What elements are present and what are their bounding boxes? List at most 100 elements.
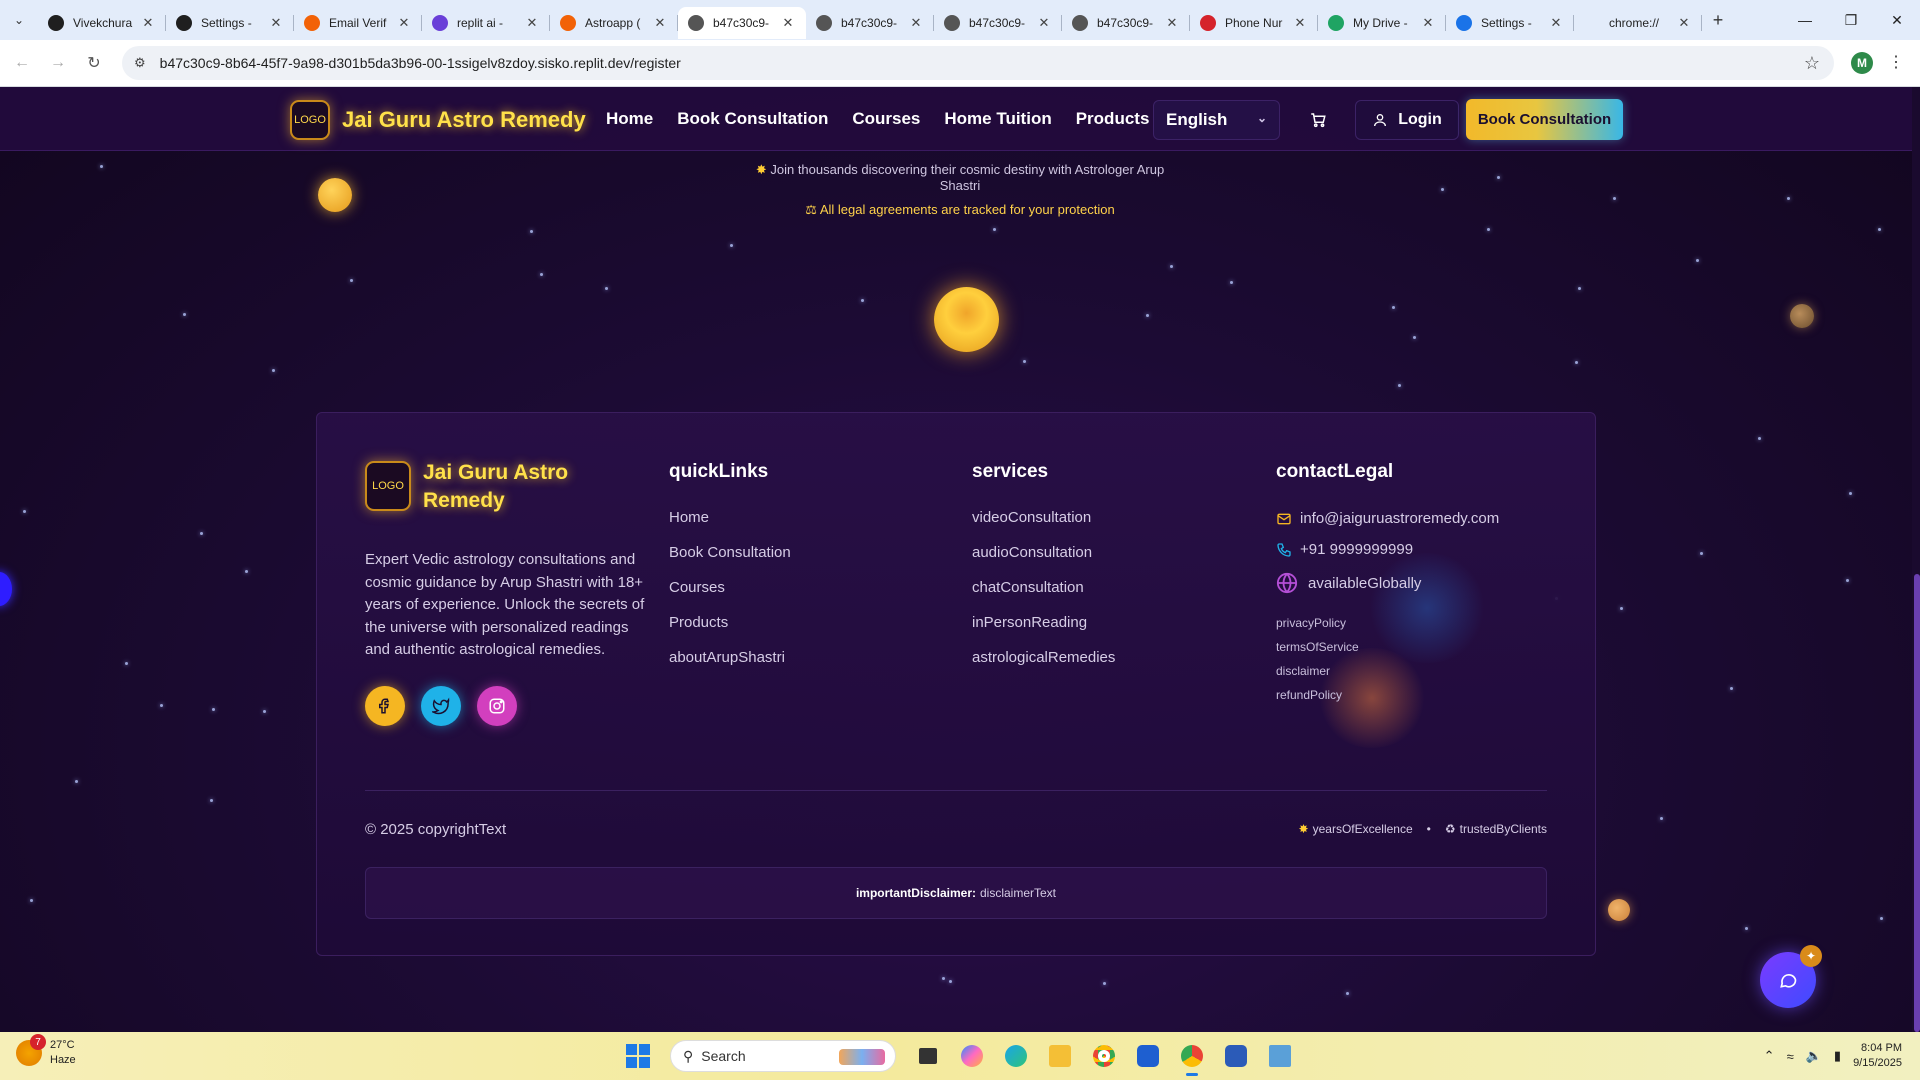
page-viewport: ✸ Join thousands discovering their cosmi… xyxy=(0,87,1920,1032)
tab-close-icon[interactable]: ✕ xyxy=(1036,15,1052,31)
reload-button[interactable]: ↻ xyxy=(76,53,112,73)
store-icon[interactable] xyxy=(1130,1040,1166,1072)
browser-tab[interactable]: Settings - ✕ xyxy=(166,7,294,39)
new-tab-button[interactable]: + xyxy=(1702,10,1734,31)
browser-menu-icon[interactable]: ⋮ xyxy=(1888,52,1904,72)
tab-close-icon[interactable]: ✕ xyxy=(780,15,796,31)
language-select[interactable]: English ⌄ xyxy=(1153,100,1280,140)
tab-close-icon[interactable]: ✕ xyxy=(524,15,540,31)
quicklink-item[interactable]: Home xyxy=(669,509,791,526)
legal-link[interactable]: refundPolicy xyxy=(1276,688,1499,702)
login-button[interactable]: Login xyxy=(1355,100,1459,140)
address-bar[interactable]: ⚙ b47c30c9-8b64-45f7-9a98-d301b5da3b96-0… xyxy=(122,46,1834,80)
nav-link[interactable]: Book Consultation xyxy=(677,109,828,129)
browser-tab[interactable]: Astroapp (✕ xyxy=(550,7,678,39)
taskbar-search[interactable]: ⚲ Search xyxy=(670,1040,896,1072)
chrome-icon[interactable] xyxy=(1086,1040,1122,1072)
site-brand[interactable]: LOGO Jai Guru Astro Remedy xyxy=(290,100,586,140)
page-scrollbar[interactable] xyxy=(1912,87,1920,1032)
tab-title: b47c30c9- xyxy=(713,16,770,30)
service-item[interactable]: audioConsultation xyxy=(972,544,1115,561)
tab-close-icon[interactable]: ✕ xyxy=(1548,15,1564,31)
file-explorer-icon[interactable] xyxy=(1042,1040,1078,1072)
bookmark-star-icon[interactable]: ☆ xyxy=(1804,53,1820,74)
nav-link[interactable]: Courses xyxy=(852,109,920,129)
restore-icon[interactable]: ❐ xyxy=(1828,0,1874,40)
star-dot xyxy=(210,799,213,802)
battery-icon[interactable]: ▮ xyxy=(1834,1048,1841,1064)
browser-tab[interactable]: b47c30c9- ✕ xyxy=(1062,7,1190,39)
edge-icon[interactable] xyxy=(998,1040,1034,1072)
browser-tab[interactable]: Vivekchura ✕ xyxy=(38,7,166,39)
scrollbar-thumb[interactable] xyxy=(1914,574,1920,1032)
legal-link[interactable]: privacyPolicy xyxy=(1276,616,1499,630)
browser-tab[interactable]: Email Verif ✕ xyxy=(294,7,422,39)
email-row[interactable]: info@jaiguruastroremedy.com xyxy=(1276,510,1499,527)
service-item[interactable]: astrologicalRemedies xyxy=(972,649,1115,666)
settings-gear-icon xyxy=(1456,15,1472,31)
legal-link[interactable]: termsOfService xyxy=(1276,640,1499,654)
minimize-icon[interactable]: — xyxy=(1782,0,1828,40)
quicklink-item[interactable]: Courses xyxy=(669,579,791,596)
phone-row[interactable]: +91 9999999999 xyxy=(1276,541,1499,558)
browser-tab[interactable]: My Drive - ✕ xyxy=(1318,7,1446,39)
browser-tab[interactable]: b47c30c9- ✕ xyxy=(678,7,806,39)
tab-close-icon[interactable]: ✕ xyxy=(396,15,412,31)
task-view-icon[interactable] xyxy=(910,1040,946,1072)
tab-close-icon[interactable]: ✕ xyxy=(268,15,284,31)
legal-link[interactable]: disclaimer xyxy=(1276,664,1499,678)
forward-button[interactable]: → xyxy=(40,54,76,72)
profile-avatar[interactable]: M xyxy=(1851,52,1873,74)
footer-brand[interactable]: LOGO Jai Guru Astro Remedy xyxy=(365,461,645,515)
browser-tab[interactable]: b47c30c9- ✕ xyxy=(934,7,1062,39)
service-item[interactable]: inPersonReading xyxy=(972,614,1115,631)
instagram-icon[interactable] xyxy=(477,685,517,726)
tab-title: My Drive - xyxy=(1353,16,1408,30)
windows-start-icon[interactable] xyxy=(626,1044,650,1068)
star-dot xyxy=(1730,687,1733,690)
twitter-icon[interactable] xyxy=(421,685,461,726)
chevron-up-icon[interactable]: ⌃ xyxy=(1764,1048,1775,1064)
weather-widget[interactable]: 7 27°C Haze xyxy=(16,1034,76,1068)
globe-icon xyxy=(1072,15,1088,31)
tab-title: Settings - xyxy=(201,16,252,30)
browser-tab[interactable]: Phone Nur ✕ xyxy=(1190,7,1318,39)
tab-search-chevron-icon[interactable]: ⌄ xyxy=(0,0,38,40)
facebook-icon[interactable] xyxy=(365,685,405,726)
tab-close-icon[interactable]: ✕ xyxy=(1292,15,1308,31)
tab-close-icon[interactable]: ✕ xyxy=(1676,15,1692,31)
browser-tab[interactable]: Settings - ✕ xyxy=(1446,7,1574,39)
contact-email[interactable]: info@jaiguruastroremedy.com xyxy=(1300,510,1499,527)
quicklink-item[interactable]: Products xyxy=(669,614,791,631)
tab-close-icon[interactable]: ✕ xyxy=(1420,15,1436,31)
nav-link[interactable]: Home Tuition xyxy=(944,109,1051,129)
back-button[interactable]: ← xyxy=(4,54,40,72)
volume-icon[interactable]: 🔈 xyxy=(1806,1048,1822,1064)
disclaimer-text: disclaimerText xyxy=(980,886,1057,900)
remote-desktop-icon[interactable] xyxy=(1262,1040,1298,1072)
tab-close-icon[interactable]: ✕ xyxy=(908,15,924,31)
word-icon[interactable] xyxy=(1218,1040,1254,1072)
site-info-icon[interactable]: ⚙ xyxy=(134,55,146,71)
service-item[interactable]: videoConsultation xyxy=(972,509,1115,526)
browser-tab[interactable]: replit ai - ✕ xyxy=(422,7,550,39)
tab-close-icon[interactable]: ✕ xyxy=(140,15,156,31)
nav-link[interactable]: Products xyxy=(1076,109,1150,129)
wifi-icon[interactable]: ≈ xyxy=(1787,1049,1794,1064)
tab-close-icon[interactable]: ✕ xyxy=(1164,15,1180,31)
browser-tab[interactable]: b47c30c9- ✕ xyxy=(806,7,934,39)
contact-phone[interactable]: +91 9999999999 xyxy=(1300,541,1413,558)
copilot-icon[interactable] xyxy=(954,1040,990,1072)
system-clock[interactable]: 8:04 PM 9/15/2025 xyxy=(1853,1041,1902,1071)
chrome-profile-icon[interactable] xyxy=(1174,1040,1210,1076)
book-consultation-button[interactable]: Book Consultation xyxy=(1466,99,1623,140)
nav-link[interactable]: Home xyxy=(606,109,653,129)
cart-icon[interactable] xyxy=(1303,100,1333,140)
quicklink-item[interactable]: Book Consultation xyxy=(669,544,791,561)
close-window-icon[interactable]: ✕ xyxy=(1874,0,1920,40)
service-item[interactable]: chatConsultation xyxy=(972,579,1115,596)
browser-tab[interactable]: chrome:// ✕ xyxy=(1574,7,1702,39)
quicklink-item[interactable]: aboutArupShastri xyxy=(669,649,791,666)
tab-close-icon[interactable]: ✕ xyxy=(652,15,668,31)
url-text[interactable]: b47c30c9-8b64-45f7-9a98-d301b5da3b96-00-… xyxy=(160,55,1804,71)
